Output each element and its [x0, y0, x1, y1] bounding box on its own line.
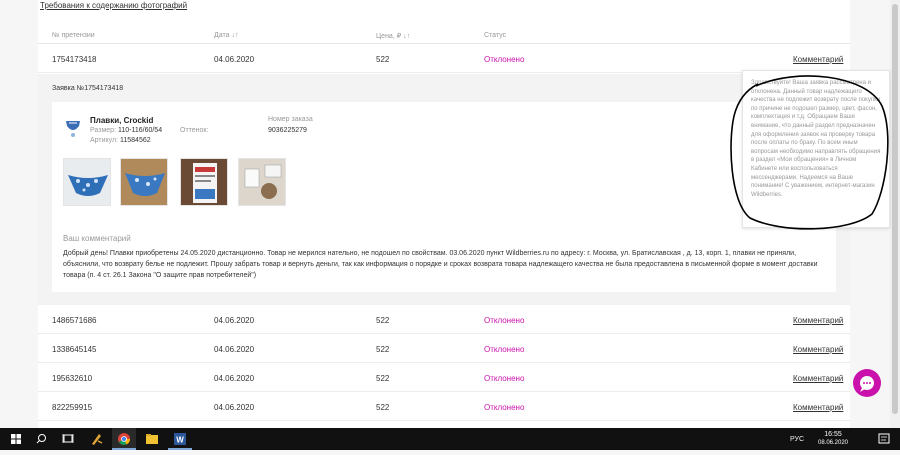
product-size: Размер: 110-116/60/54	[90, 127, 163, 134]
table-row[interactable]: 195632610 04.06.2020 522 Отклонено Комме…	[38, 364, 850, 392]
brand-logo-icon	[66, 121, 80, 137]
claim-detail-title: Заявка №1754173418	[52, 85, 124, 92]
taskbar-app[interactable]	[84, 428, 108, 450]
app-icon	[92, 434, 103, 445]
scrollbar[interactable]	[890, 0, 900, 428]
taskbar-file-explorer[interactable]	[140, 428, 164, 450]
claim-detail-panel: Заявка №1754173418 Плавки, Crockid Разме…	[38, 74, 850, 305]
product-name[interactable]: Плавки, Crockid	[90, 116, 153, 125]
file-explorer-icon	[146, 434, 158, 444]
product-article: Артикул: 11584562	[90, 137, 151, 144]
claim-id: 1486571686	[52, 316, 97, 325]
claim-price: 522	[376, 403, 390, 412]
header-date[interactable]: Дата ↓↑	[214, 32, 238, 39]
photo-thumbnail[interactable]	[63, 158, 111, 206]
tooltip-text: Здравствуйте! Ваша заявка рассмотрена и …	[751, 80, 881, 198]
claim-date: 04.06.2020	[214, 55, 255, 64]
claim-id: 1754173418	[52, 55, 97, 64]
search-icon	[36, 434, 46, 444]
page: Требования к содержанию фотографий № пре…	[0, 0, 900, 428]
claim-price: 522	[376, 345, 390, 354]
windows-start-icon	[11, 434, 21, 444]
chat-button[interactable]	[853, 369, 881, 397]
comment-link[interactable]: Комментарий	[793, 345, 843, 354]
claim-price: 522	[376, 374, 390, 383]
header-claim: № претензии	[52, 32, 95, 39]
claim-date: 04.06.2020	[214, 345, 255, 354]
task-view-icon	[62, 434, 74, 443]
chat-icon	[860, 376, 874, 392]
claim-id: 822259915	[52, 403, 93, 412]
header-status: Статус	[484, 32, 507, 39]
windows-taskbar: W РУС 16:55 08.06.2020	[0, 428, 900, 450]
comment-link[interactable]: Комментарий	[793, 316, 843, 325]
comment-link[interactable]: Комментарий	[793, 374, 843, 383]
status-badge: Отклонено	[484, 374, 525, 383]
notification-icon	[878, 433, 890, 444]
table-header: № претензии Дата ↓↑ Цена, ₽ ↓↑ Статус	[38, 28, 850, 44]
table-row[interactable]: 1338645145 04.06.2020 522 Отклонено Комм…	[38, 335, 850, 363]
claim-date: 04.06.2020	[214, 374, 255, 383]
scroll-thumb[interactable]	[892, 4, 898, 414]
claim-price: 522	[376, 316, 390, 325]
start-button[interactable]	[4, 428, 28, 450]
taskbar-chrome[interactable]	[112, 428, 136, 450]
header-price[interactable]: Цена, ₽ ↓↑	[376, 32, 410, 40]
table-row[interactable]: 1486571686 04.06.2020 522 Отклонено Комм…	[38, 306, 850, 334]
claim-id: 1338645145	[52, 345, 97, 354]
comment-link[interactable]: Комментарий	[793, 403, 843, 412]
notifications-button[interactable]	[872, 428, 896, 450]
comment-tooltip: Здравствуйте! Ваша заявка рассмотрена и …	[742, 70, 890, 228]
svg-text:W: W	[176, 436, 184, 445]
photo-thumbnail[interactable]	[120, 158, 168, 206]
status-badge: Отклонено	[484, 55, 525, 64]
your-comment-text: Добрый день! Плавки приобретены 24.05.20…	[63, 250, 818, 279]
comment-link[interactable]: Комментарий	[793, 55, 843, 64]
task-view-button[interactable]	[56, 428, 80, 450]
product-card: Плавки, Crockid Размер: 110-116/60/54 Ар…	[52, 102, 836, 292]
claim-date: 04.06.2020	[214, 316, 255, 325]
status-badge: Отклонено	[484, 403, 525, 412]
photo-thumbnail[interactable]	[180, 158, 228, 206]
clock-date[interactable]: 08.06.2020	[813, 440, 853, 446]
order-number-value: 9036225279	[268, 127, 307, 134]
chrome-icon	[118, 433, 130, 445]
word-icon: W	[174, 433, 186, 445]
your-comment-label: Ваш комментарий	[63, 234, 131, 243]
claim-date: 04.06.2020	[214, 403, 255, 412]
photo-requirements-link[interactable]: Требования к содержанию фотографий	[40, 1, 187, 10]
status-badge: Отклонено	[484, 345, 525, 354]
language-indicator[interactable]: РУС	[790, 436, 804, 443]
table-row[interactable]: 822259915 04.06.2020 522 Отклонено Комме…	[38, 393, 850, 421]
claim-id: 195632610	[52, 374, 93, 383]
photo-thumbnail[interactable]	[238, 158, 286, 206]
product-shade-label: Оттенок:	[180, 127, 209, 134]
order-number-label: Номер заказа	[268, 116, 313, 123]
claim-price: 522	[376, 55, 390, 64]
taskbar-word[interactable]: W	[168, 428, 192, 450]
status-badge: Отклонено	[484, 316, 525, 325]
clock-time[interactable]: 16:55	[813, 431, 853, 438]
search-button[interactable]	[30, 428, 54, 450]
table-row[interactable]: 1754173418 04.06.2020 522 Отклонено Комм…	[38, 45, 850, 73]
